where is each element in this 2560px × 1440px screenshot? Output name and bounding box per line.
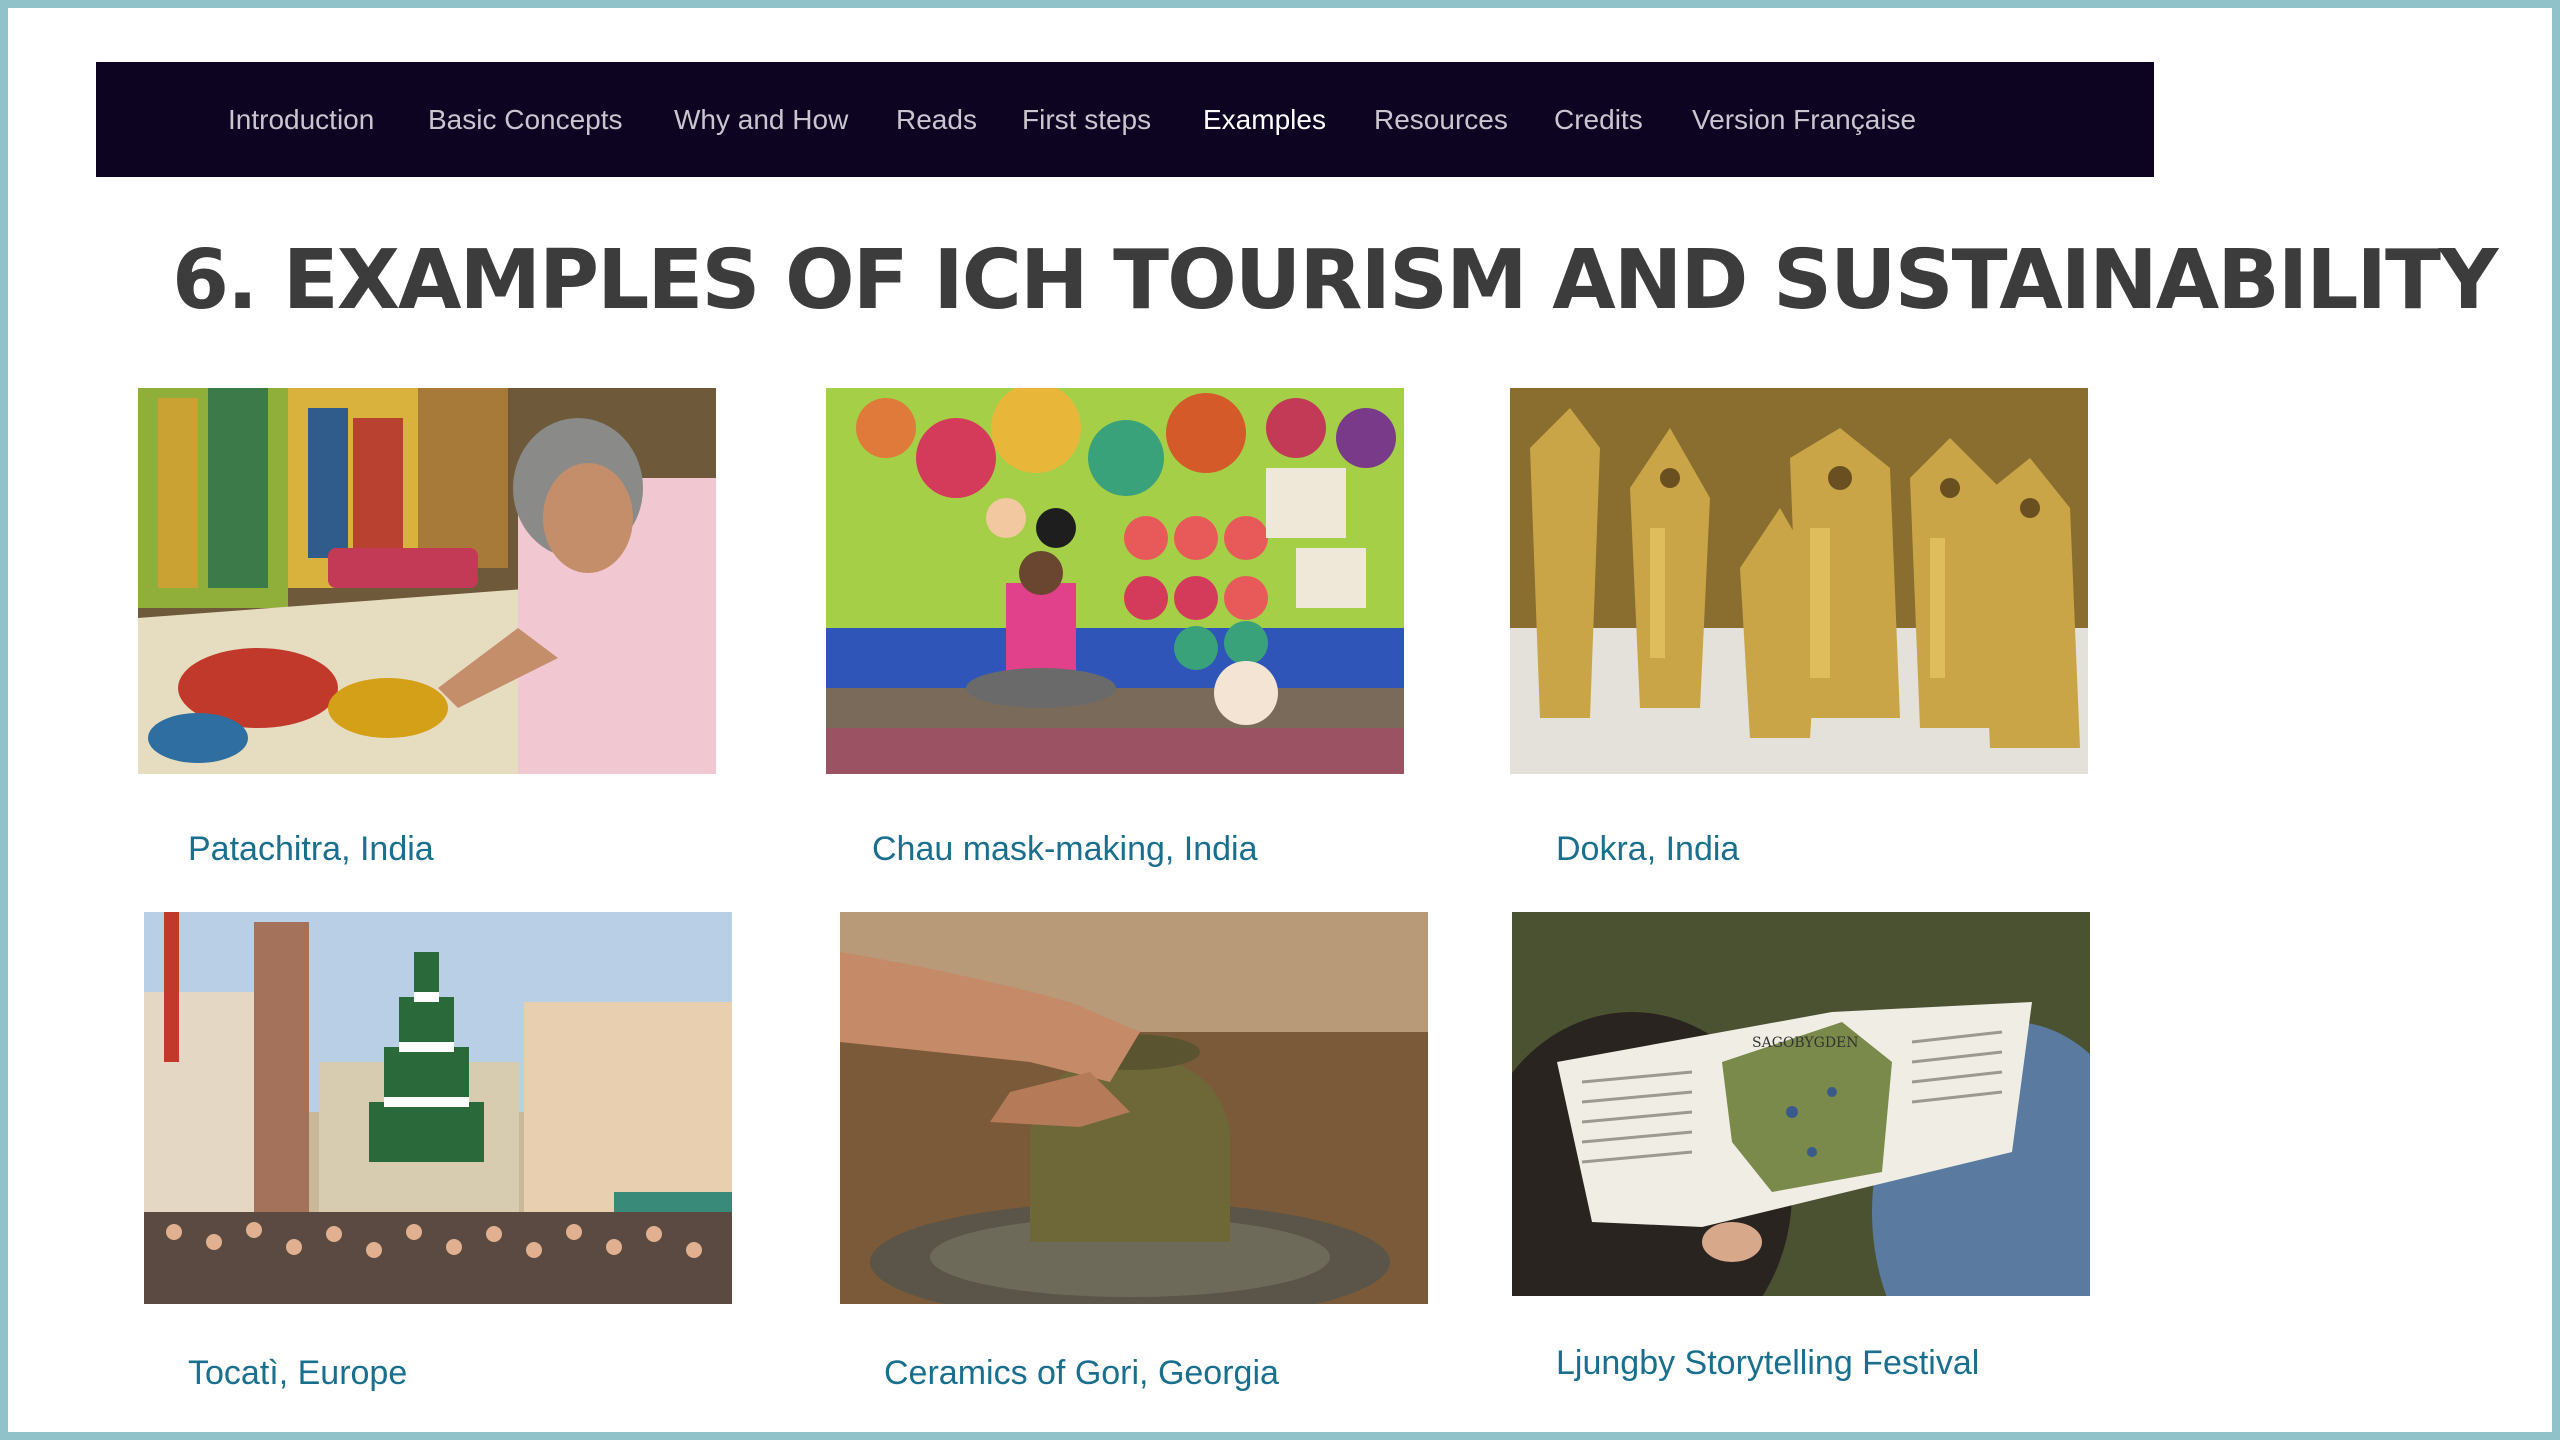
caption-patachitra[interactable]: Patachitra, India: [188, 830, 434, 869]
top-navbar: Introduction Basic Concepts Why and How …: [96, 62, 2154, 177]
patachitra-image[interactable]: [138, 388, 716, 774]
ljungby-storytelling-image[interactable]: SAGOBYGDEN: [1512, 912, 2090, 1296]
nav-version-francaise[interactable]: Version Française: [1692, 62, 1916, 177]
nav-introduction[interactable]: Introduction: [228, 62, 374, 177]
caption-chau-mask-making[interactable]: Chau mask-making, India: [872, 830, 1258, 869]
page-title: 6. EXAMPLES OF ICH TOURISM AND SUSTAINAB…: [172, 233, 2498, 328]
nav-credits[interactable]: Credits: [1554, 62, 1643, 177]
nav-basic-concepts[interactable]: Basic Concepts: [428, 62, 623, 177]
nav-why-and-how[interactable]: Why and How: [674, 62, 848, 177]
nav-first-steps[interactable]: First steps: [1022, 62, 1151, 177]
map-heading-text: SAGOBYGDEN: [1752, 1035, 1859, 1051]
caption-ceramics-of-gori[interactable]: Ceramics of Gori, Georgia: [884, 1354, 1279, 1393]
dokra-image[interactable]: [1510, 388, 2088, 774]
caption-ljungby-storytelling[interactable]: Ljungby Storytelling Festival: [1556, 1344, 1979, 1383]
caption-dokra[interactable]: Dokra, India: [1556, 830, 1739, 869]
gori-ceramics-image[interactable]: [840, 912, 1428, 1304]
slide-frame: Introduction Basic Concepts Why and How …: [0, 0, 2560, 1440]
caption-tocati[interactable]: Tocatì, Europe: [188, 1354, 407, 1393]
nav-examples[interactable]: Examples: [1203, 62, 1326, 177]
tocati-image[interactable]: [144, 912, 732, 1304]
nav-resources[interactable]: Resources: [1374, 62, 1508, 177]
chau-mask-image[interactable]: [826, 388, 1404, 774]
nav-reads[interactable]: Reads: [896, 62, 977, 177]
